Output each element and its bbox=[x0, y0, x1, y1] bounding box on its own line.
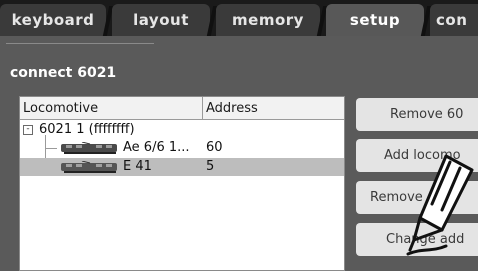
locomotive-table[interactable]: Locomotive Address - 6021 1 (ffffffff) A… bbox=[19, 96, 345, 271]
tab-memory[interactable]: memory bbox=[216, 4, 320, 36]
panel-title: connect 6021 bbox=[10, 65, 117, 81]
tab-keyboard[interactable]: keyboard bbox=[0, 4, 106, 36]
table-row-controller[interactable]: - 6021 1 (ffffffff) bbox=[20, 121, 344, 139]
remove-controller-button[interactable]: Remove 60 bbox=[356, 98, 478, 131]
locomotive-address: 5 bbox=[206, 159, 215, 174]
locomotive-name: Ae 6/6 1... bbox=[123, 140, 190, 155]
locomotive-name: E 41 bbox=[123, 159, 152, 174]
locomotive-icon bbox=[61, 142, 117, 154]
panel-divider bbox=[6, 43, 154, 44]
locomotive-address: 60 bbox=[206, 140, 223, 155]
controller-label: 6021 1 (ffffffff) bbox=[39, 122, 135, 137]
tab-bar: keyboard layout memory setup con bbox=[0, 0, 478, 36]
pen-icon bbox=[406, 154, 474, 256]
column-header-address[interactable]: Address bbox=[203, 97, 344, 120]
tab-setup[interactable]: setup bbox=[326, 4, 424, 36]
table-row-selected[interactable]: E 41 5 bbox=[20, 158, 344, 176]
table-row[interactable]: Ae 6/6 1... 60 bbox=[20, 139, 344, 157]
tab-layout[interactable]: layout bbox=[112, 4, 210, 36]
tab-connect[interactable]: con bbox=[430, 4, 478, 36]
locomotive-icon bbox=[61, 161, 117, 173]
column-header-locomotive[interactable]: Locomotive bbox=[20, 97, 203, 120]
collapse-icon[interactable]: - bbox=[23, 125, 33, 135]
